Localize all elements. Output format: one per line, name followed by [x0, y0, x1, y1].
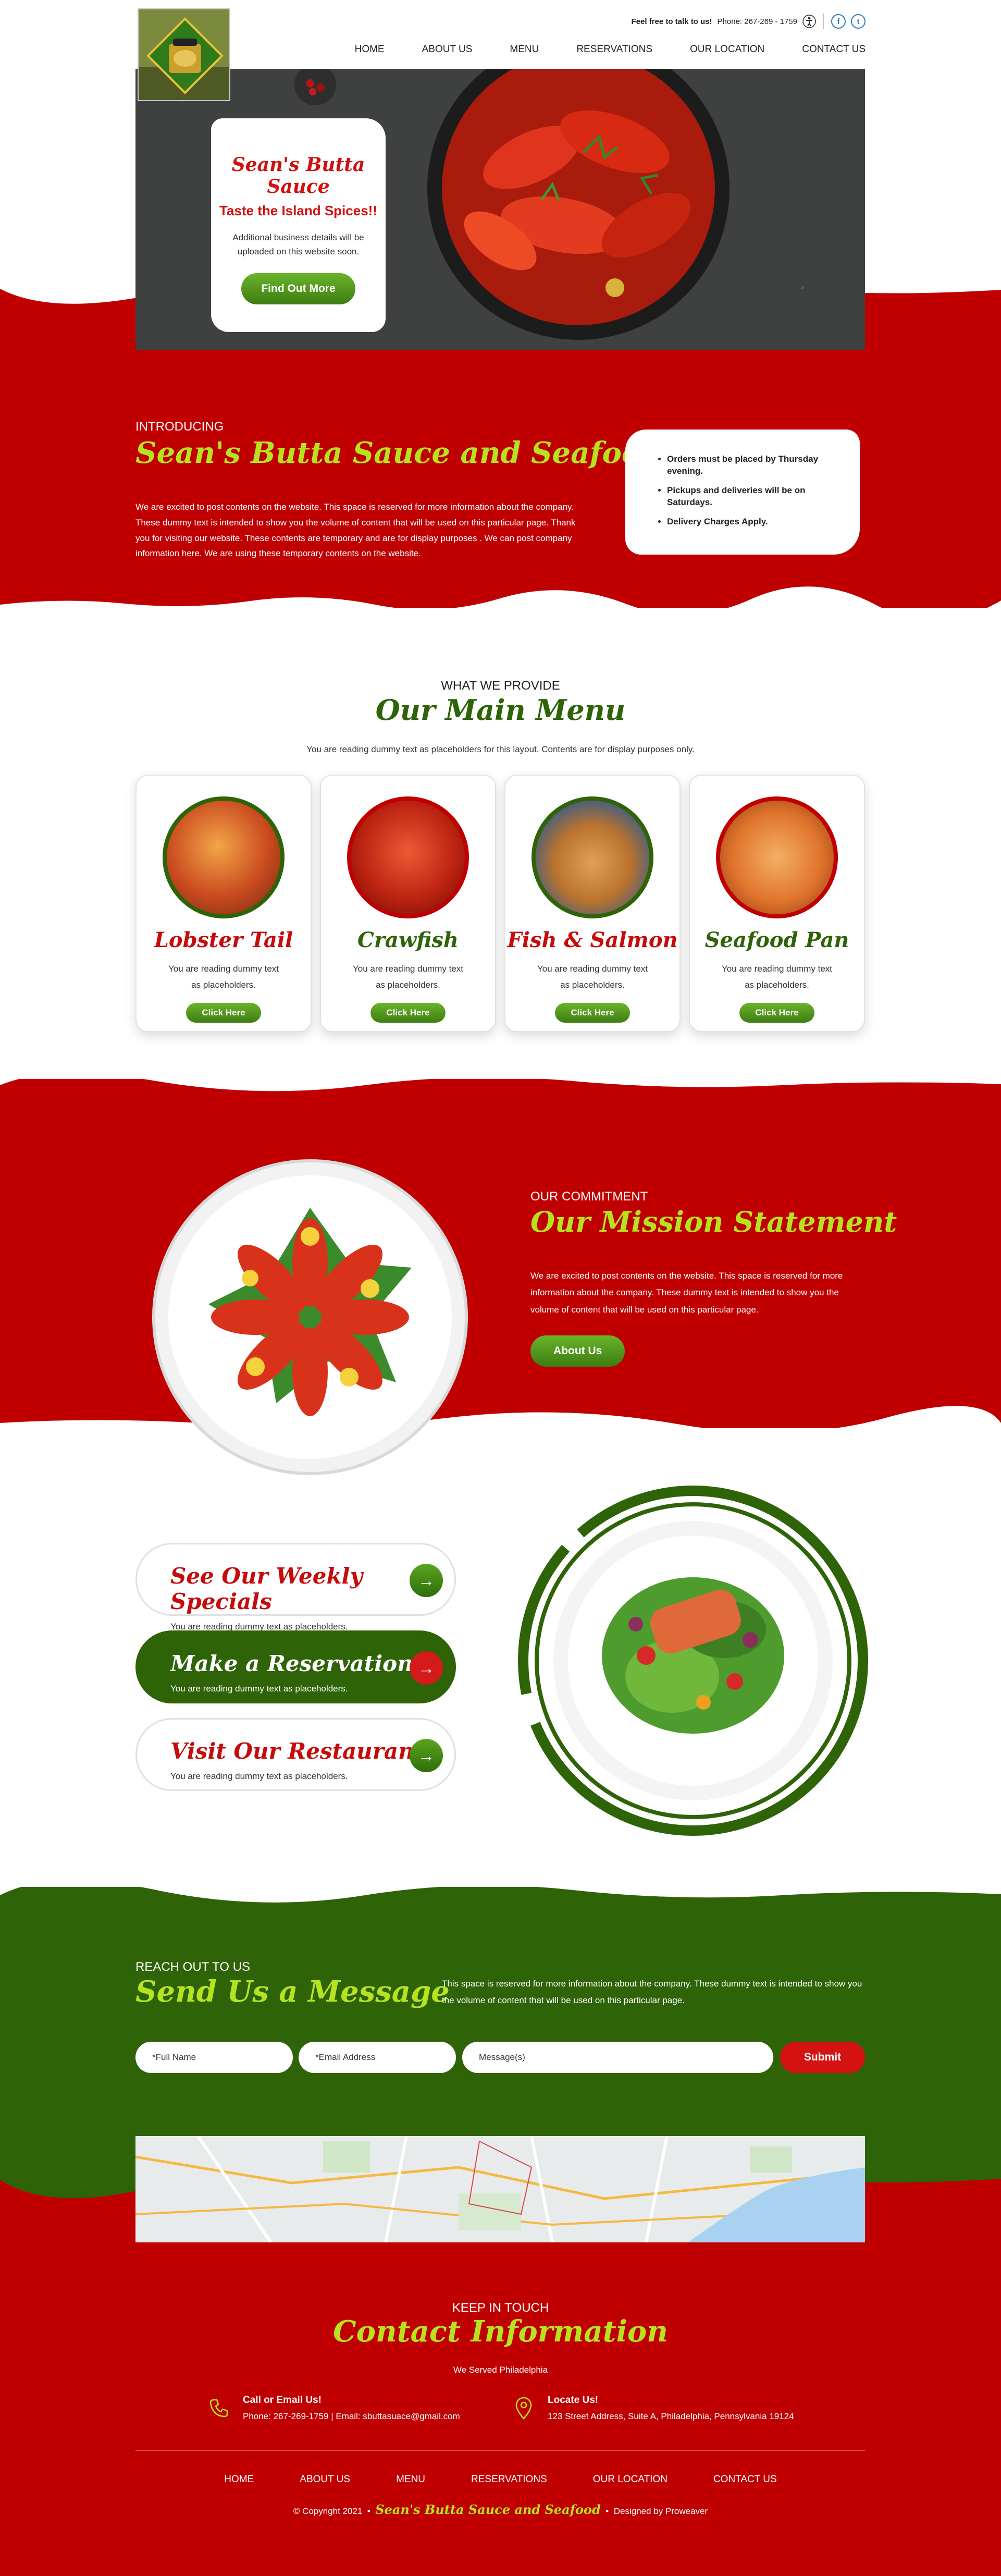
find-out-more-button[interactable]: Find Out More — [241, 273, 355, 305]
phone-icon — [209, 2399, 228, 2418]
arrow-right-icon[interactable]: → — [410, 1739, 443, 1772]
hero-banner: Sean's Butta Sauce Taste the Island Spic… — [135, 69, 865, 350]
nav-contact-us[interactable]: CONTACT US — [802, 44, 866, 55]
menu-card-button[interactable]: Click Here — [555, 1002, 630, 1023]
menu-card-crawfish: Crawfish You are reading dummy text as p… — [320, 775, 496, 1032]
main-nav: HOME ABOUT US MENU RESERVATIONS OUR LOCA… — [355, 44, 866, 55]
message-field[interactable]: Message(s) — [462, 2042, 773, 2073]
footer-nav-reservations[interactable]: RESERVATIONS — [471, 2474, 547, 2485]
mission-plate-image — [151, 1158, 469, 1476]
served-area: We Served Philadelphia — [453, 2365, 548, 2375]
call-heading: Call or Email Us! — [243, 2395, 322, 2406]
menu-card-button[interactable]: Click Here — [370, 1002, 446, 1023]
twitter-icon[interactable]: t — [851, 14, 866, 29]
visit-restaurant-link[interactable]: Visit Our Restaurant You are reading dum… — [135, 1718, 456, 1791]
contact-kicker: KEEP IN TOUCH — [452, 2301, 549, 2315]
crawfish-image — [347, 796, 469, 918]
locate-value: 123 Street Address, Suite A, Philadelphi… — [548, 2411, 794, 2421]
menu-card-lobster: Lobster Tail You are reading dummy text … — [135, 775, 312, 1032]
menu-card-seafood-pan: Seafood Pan You are reading dummy text a… — [689, 775, 865, 1032]
notice-item: Delivery Charges Apply. — [667, 516, 839, 528]
notice-item: Orders must be placed by Thursday evenin… — [667, 453, 839, 477]
arrow-right-icon[interactable]: → — [410, 1564, 443, 1597]
menu-title: Our Main Menu — [375, 693, 626, 727]
footer-brand: Sean's Butta Sauce and Seafood — [375, 2502, 601, 2517]
fish-salmon-image — [532, 796, 653, 918]
message-title: Send Us a Message — [135, 1974, 450, 2009]
notice-item: Pickups and deliveries will be on Saturd… — [667, 485, 839, 509]
salad-plate-image — [516, 1483, 870, 1838]
lobster-tail-image — [163, 796, 285, 918]
email-field[interactable]: *Email Address — [299, 2042, 456, 2073]
nav-home[interactable]: HOME — [355, 44, 385, 55]
menu-subtitle: You are reading dummy text as placeholde… — [306, 744, 695, 754]
mission-text: We are excited to post contents on the w… — [530, 1271, 843, 1315]
locate-heading: Locate Us! — [548, 2395, 599, 2406]
menu-card-text: You are reading dummy text as placeholde… — [168, 964, 279, 990]
menu-card-text: You are reading dummy text as placeholde… — [537, 964, 648, 990]
call-value[interactable]: Phone: 267-269-1759 | Email: sbuttasuace… — [243, 2411, 460, 2422]
menu-card-text: You are reading dummy text as placeholde… — [353, 964, 463, 990]
menu-card-title: Seafood Pan — [705, 928, 849, 952]
location-map[interactable] — [135, 2136, 865, 2242]
footer-nav-about-us[interactable]: ABOUT US — [300, 2474, 350, 2485]
facebook-icon[interactable]: f — [831, 14, 846, 29]
accessibility-icon[interactable] — [802, 15, 816, 28]
header-phone[interactable]: Phone: 267-269 - 1759 — [718, 17, 797, 26]
mission-title: Our Mission Statement — [530, 1205, 897, 1238]
contact-title: Contact Information — [333, 2314, 668, 2349]
locate-block: Locate Us! 123 Street Address, Suite A, … — [515, 2395, 794, 2422]
footer-nav-contact-us[interactable]: CONTACT US — [713, 2474, 777, 2485]
make-reservation-link[interactable]: Make a Reservation You are reading dummy… — [135, 1630, 456, 1703]
nav-reservations[interactable]: RESERVATIONS — [576, 44, 652, 55]
site-logo[interactable] — [138, 8, 230, 101]
copyright-text: © Copyright 2021 — [293, 2506, 363, 2516]
pill-text: You are reading dummy text as placeholde… — [170, 1771, 348, 1781]
footer-nav-our-location[interactable]: OUR LOCATION — [593, 2474, 668, 2485]
submit-button[interactable]: Submit — [780, 2042, 865, 2073]
order-notice-card: Orders must be placed by Thursday evenin… — [625, 430, 860, 555]
footer-nav-menu[interactable]: MENU — [396, 2474, 425, 2485]
about-us-button[interactable]: About Us — [530, 1335, 625, 1367]
footer-divider — [135, 2450, 865, 2451]
footer-nav-home[interactable]: HOME — [224, 2474, 254, 2485]
full-name-field[interactable]: *Full Name — [135, 2042, 293, 2073]
message-text: This space is reserved for more informat… — [442, 1979, 862, 2006]
mission-band — [0, 1079, 1001, 1428]
menu-card-text: You are reading dummy text as placeholde… — [722, 964, 832, 990]
nav-our-location[interactable]: OUR LOCATION — [690, 44, 764, 55]
intro-text: We are excited to post contents on the w… — [135, 502, 576, 559]
intro-kicker: INTRODUCING — [135, 420, 224, 434]
message-kicker: REACH OUT TO US — [135, 1960, 251, 1974]
call-email-block: Call or Email Us! Phone: 267-269-1759 | … — [209, 2395, 460, 2422]
weekly-specials-link[interactable]: See Our Weekly Specials You are reading … — [135, 1543, 456, 1632]
pill-text: You are reading dummy text as placeholde… — [170, 1684, 348, 1694]
hero-title: Sean's Butta Sauce — [231, 154, 365, 198]
nav-about-us[interactable]: ABOUT US — [422, 44, 473, 55]
hero-text: Additional business details will be uplo… — [232, 232, 364, 257]
menu-card-title: Lobster Tail — [154, 928, 293, 952]
menu-card-title: Fish & Salmon — [507, 928, 678, 952]
copyright-line: © Copyright 2021 • Sean's Butta Sauce an… — [293, 2502, 708, 2517]
menu-card-button[interactable]: Click Here — [186, 1002, 261, 1023]
mission-kicker: OUR COMMITMENT — [530, 1189, 648, 1204]
footer-nav: HOME ABOUT US MENU RESERVATIONS OUR LOCA… — [0, 2474, 1001, 2485]
location-pin-icon — [515, 2397, 532, 2420]
menu-card-title: Crawfish — [357, 928, 459, 952]
menu-kicker: WHAT WE PROVIDE — [441, 679, 560, 693]
hero-subtitle: Taste the Island Spices!! — [219, 203, 377, 218]
hero-card: Sean's Butta Sauce Taste the Island Spic… — [211, 118, 386, 332]
seafood-pan-image — [716, 796, 838, 918]
designer-credit[interactable]: Designed by Proweaver — [614, 2506, 708, 2516]
arrow-right-icon[interactable]: → — [410, 1651, 443, 1685]
intro-title: Sean's Butta Sauce and Seafood — [135, 436, 662, 470]
header-contact-lead: Feel free to talk to us! — [631, 17, 712, 26]
menu-card-fish-salmon: Fish & Salmon You are reading dummy text… — [504, 775, 681, 1032]
nav-menu[interactable]: MENU — [510, 44, 539, 55]
header-contact-bar: Feel free to talk to us! Phone: 267-269 … — [631, 14, 866, 29]
menu-card-button[interactable]: Click Here — [739, 1002, 814, 1023]
